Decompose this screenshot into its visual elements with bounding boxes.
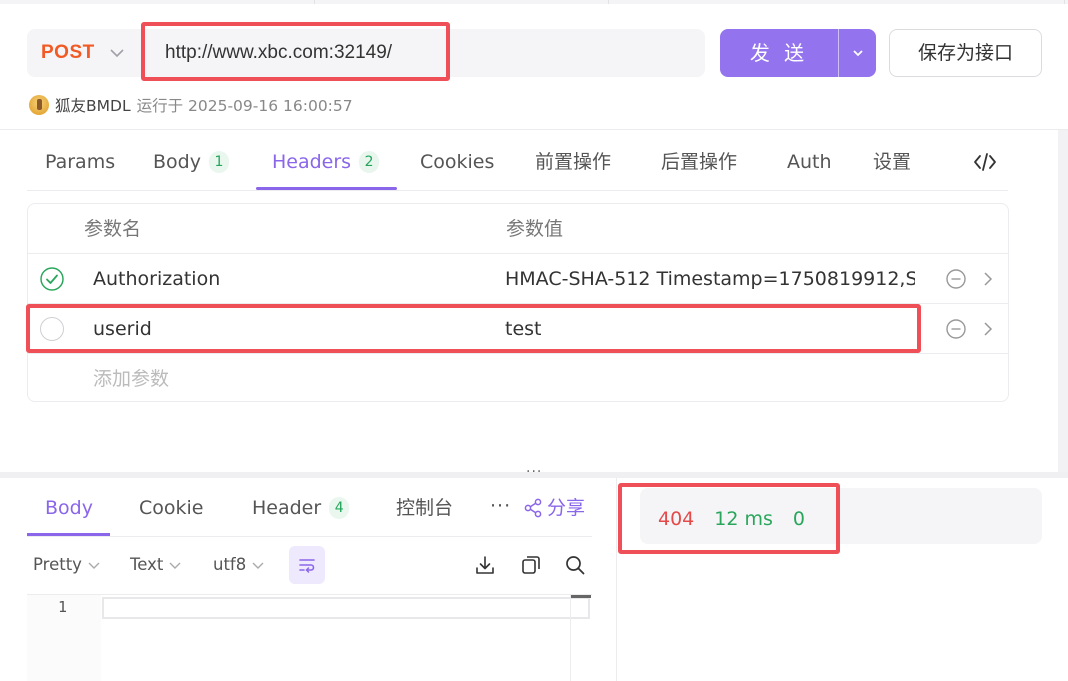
tab-response-body[interactable]: Body	[45, 485, 93, 535]
chevron-down-icon	[252, 562, 264, 569]
editor-scrollbar[interactable]	[570, 595, 592, 681]
table-row: Authorization HMAC-SHA-512 Timestamp=175…	[28, 254, 1008, 304]
row-highlight-box	[26, 304, 921, 353]
content-type-select[interactable]: Text	[130, 542, 182, 588]
divider	[616, 478, 617, 681]
format-select[interactable]: Pretty	[33, 542, 101, 588]
avatar	[29, 95, 49, 115]
column-name-header: 参数名	[84, 218, 142, 240]
chevron-down-icon	[169, 562, 181, 569]
more-icon[interactable]: ···	[490, 485, 511, 531]
chevron-down-icon	[88, 562, 100, 569]
share-button[interactable]: 分享	[523, 485, 585, 531]
response-toolbar: Pretty Text utf8	[27, 542, 592, 588]
chevron-down-icon	[852, 50, 863, 57]
send-button[interactable]: 发 送	[720, 29, 876, 77]
remove-circle-icon[interactable]	[946, 269, 966, 289]
remove-circle-icon[interactable]	[946, 319, 966, 339]
add-param-input[interactable]: 添加参数	[93, 354, 169, 404]
request-tabs: Params Body 1 Headers 2 Cookies 前置操作 后置操作 …	[27, 136, 1008, 191]
share-icon	[524, 498, 542, 518]
status-highlight-box	[618, 483, 840, 554]
runner-name: 狐友BMDL	[55, 97, 131, 115]
response-editor[interactable]: 1	[27, 594, 592, 681]
table-header: 参数名 参数值	[28, 204, 1008, 254]
send-dropdown-button[interactable]	[839, 29, 876, 77]
param-name[interactable]: Authorization	[93, 254, 493, 304]
checkbox-checked-icon[interactable]	[40, 267, 64, 291]
save-as-endpoint-button[interactable]: 保存为接口	[889, 29, 1042, 77]
tab-params[interactable]: Params	[45, 136, 115, 190]
chevron-down-icon[interactable]	[108, 44, 126, 62]
copy-icon[interactable]	[520, 554, 542, 576]
top-strip	[0, 0, 1068, 4]
drag-handle-icon[interactable]: ···	[526, 465, 544, 479]
divider	[0, 129, 1068, 130]
tab-settings[interactable]: 设置	[873, 136, 911, 190]
word-wrap-button[interactable]	[289, 546, 325, 584]
code-icon[interactable]	[973, 151, 997, 173]
url-highlight-box	[141, 22, 450, 81]
response-tabs: Body Cookie Header 4 控制台 ··· 分享	[27, 485, 592, 537]
headers-table: 参数名 参数值 Authorization HMAC-SHA-512 Times…	[27, 203, 1009, 402]
chevron-right-icon[interactable]	[978, 269, 998, 289]
tab-post-actions[interactable]: 后置操作	[661, 136, 737, 190]
encoding-select[interactable]: utf8	[213, 542, 265, 588]
tab-console[interactable]: 控制台	[396, 485, 453, 535]
tab-response-header[interactable]: Header 4	[252, 485, 350, 535]
share-label: 分享	[547, 497, 586, 519]
run-time: 运行于 2025-09-16 16:00:57	[136, 97, 353, 115]
tab-badge: 2	[359, 151, 380, 173]
method-select[interactable]: POST	[41, 29, 95, 77]
param-value[interactable]: HMAC-SHA-512 Timestamp=1750819912,Si	[505, 254, 915, 304]
active-line	[102, 597, 590, 619]
tab-pre-actions[interactable]: 前置操作	[535, 136, 611, 190]
tab-auth[interactable]: Auth	[787, 136, 832, 190]
active-tab-indicator	[27, 533, 110, 536]
search-icon[interactable]	[564, 554, 586, 576]
send-label: 发 送	[749, 41, 809, 65]
download-icon[interactable]	[474, 554, 496, 576]
tab-headers[interactable]: Headers 2	[272, 136, 380, 190]
tab-badge: 1	[208, 151, 229, 173]
add-param-row: 添加参数	[28, 354, 1008, 404]
tab-badge: 4	[329, 497, 350, 519]
active-tab-indicator	[256, 187, 397, 190]
tab-cookies[interactable]: Cookies	[420, 136, 494, 190]
tab-response-cookie[interactable]: Cookie	[139, 485, 204, 535]
tab-body[interactable]: Body 1	[153, 136, 229, 190]
line-number: 1	[58, 598, 68, 616]
wrap-icon	[299, 559, 315, 573]
scrollbar[interactable]	[1058, 130, 1068, 472]
column-value-header: 参数值	[506, 218, 564, 240]
run-info: 狐友BMDL 运行于 2025-09-16 16:00:57	[29, 94, 353, 116]
chevron-right-icon[interactable]	[978, 319, 998, 339]
